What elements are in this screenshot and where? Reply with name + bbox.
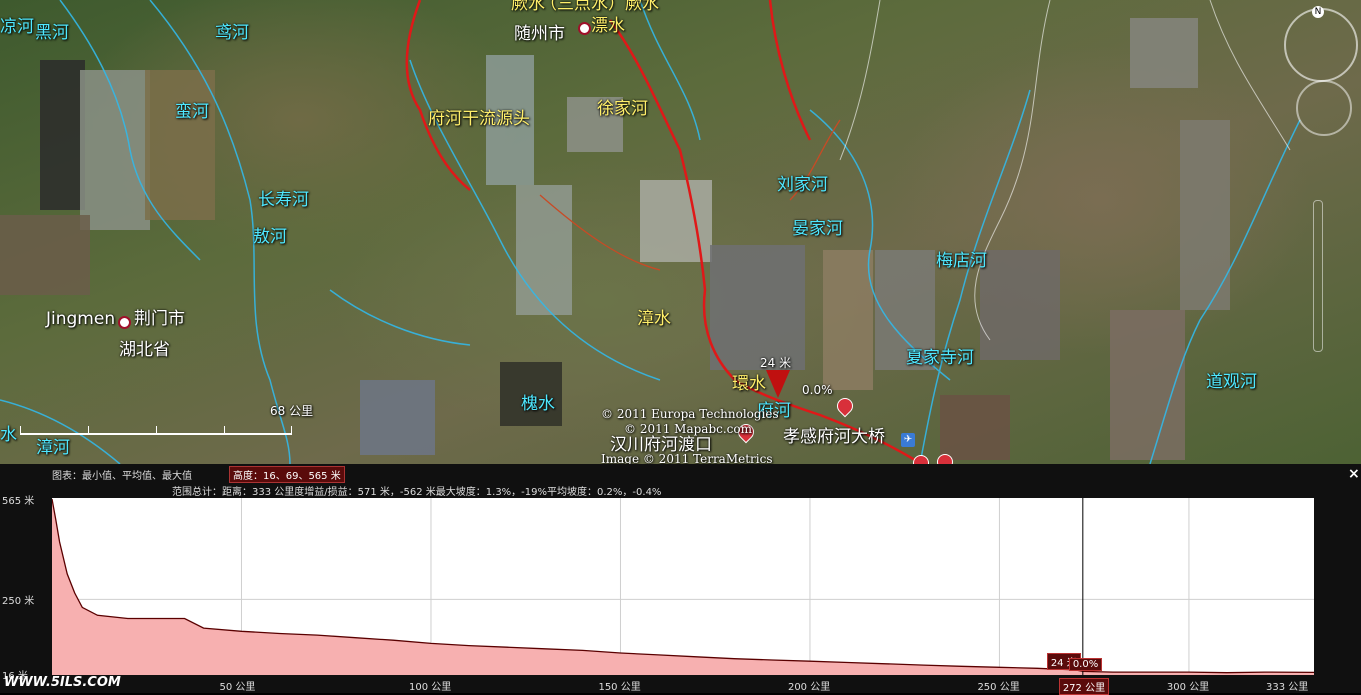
profile-summary-label: 图表：最小值、平均值、最大值 bbox=[52, 471, 192, 482]
profile-range-summary: 范围总计：距离：333 公里度增益/损益：571 米，-562 米最大坡度：1.… bbox=[172, 487, 662, 498]
label-jingmen: 荆门市 bbox=[134, 309, 185, 329]
label-zhang-river: 漳河 bbox=[36, 438, 70, 458]
label-huai-water: 槐水 bbox=[521, 394, 555, 414]
credit-mapabc: © 2011 Mapabc.com bbox=[624, 422, 752, 436]
label-daoguan-river: 道观河 bbox=[1206, 372, 1257, 392]
label-man-river: 蛮河 bbox=[175, 102, 209, 122]
label-marker-grade: 0.0% bbox=[802, 383, 833, 397]
y-tick-label: 565 米 bbox=[2, 496, 35, 507]
label-jingmen-en: Jingmen bbox=[46, 309, 116, 329]
look-joystick[interactable] bbox=[1296, 80, 1352, 136]
zoom-slider[interactable] bbox=[1313, 200, 1323, 352]
label-liang-river: 凉河 bbox=[0, 17, 34, 37]
satellite-map[interactable]: 凉河 黑河 鸢河 蛮河 长寿河 敖河 Jingmen 荆门市 湖北省 水 漳河 … bbox=[0, 0, 1361, 464]
cursor-distance-tag: 272 公里 bbox=[1058, 678, 1110, 695]
label-meidian-river: 梅店河 bbox=[936, 251, 987, 271]
north-button[interactable]: N bbox=[1312, 6, 1324, 18]
label-yuan-river: 鸢河 bbox=[215, 23, 249, 43]
profile-position-arrow bbox=[766, 370, 790, 398]
label-shui: 水 bbox=[0, 425, 17, 445]
label-jue: 厥水 bbox=[511, 0, 545, 14]
label-fuhe-source: 府河干流源头 bbox=[428, 109, 530, 129]
x-tick-label: 100 公里 bbox=[408, 682, 452, 693]
close-icon[interactable]: × bbox=[1348, 466, 1360, 482]
label-xiajiasi-river: 夏家寺河 bbox=[906, 348, 974, 368]
credit-terrametrics: Image © 2011 TerraMetrics bbox=[601, 452, 773, 464]
watermark: WWW.5ILS.COM bbox=[4, 675, 121, 690]
cursor-grade-tag: 0.0% bbox=[1068, 658, 1103, 671]
city-marker-suizhou[interactable] bbox=[578, 22, 591, 35]
x-tick-label: 250 公里 bbox=[977, 682, 1020, 693]
profile-height-summary: 高度：16、69、565 米 bbox=[229, 466, 345, 483]
label-ao-river: 敖河 bbox=[253, 227, 287, 247]
scale-bar bbox=[20, 426, 292, 435]
label-xujia-river: 徐家河 bbox=[597, 99, 648, 119]
y-tick-label: 250 米 bbox=[2, 596, 35, 608]
label-sandian-jue: （三点水）厥水 bbox=[540, 0, 659, 14]
x-tick-label: 300 公里 bbox=[1166, 682, 1210, 693]
elevation-chart[interactable] bbox=[51, 498, 1315, 675]
x-tick-label: 150 公里 bbox=[598, 682, 641, 693]
label-hubei: 湖北省 bbox=[119, 340, 170, 360]
river-overlay bbox=[0, 0, 1301, 464]
label-yun: 漂水 bbox=[591, 16, 625, 36]
label-changshou-river: 长寿河 bbox=[258, 190, 309, 210]
label-huan-water: 環水 bbox=[732, 374, 766, 394]
label-xiaogan-bridge: 孝感府河大桥 bbox=[783, 427, 885, 447]
scale-label: 68 公里 bbox=[270, 404, 314, 418]
navigation-compass[interactable] bbox=[1284, 8, 1358, 82]
elevation-chart-svg bbox=[51, 498, 1315, 675]
x-tick-label: 200 公里 bbox=[787, 682, 831, 693]
label-hei-river: 黑河 bbox=[35, 23, 69, 43]
label-liujia-river: 刘家河 bbox=[777, 175, 828, 195]
label-suizhou: 随州市 bbox=[514, 24, 565, 44]
label-yanjia-river: 晏家河 bbox=[792, 219, 843, 239]
airport-icon: ✈ bbox=[901, 433, 915, 447]
x-tick-label: 333 公里 bbox=[1266, 682, 1309, 693]
city-marker-jingmen[interactable] bbox=[118, 316, 131, 329]
label-zhang-water: 漳水 bbox=[637, 309, 671, 329]
x-tick-label: 50 公里 bbox=[219, 682, 256, 693]
